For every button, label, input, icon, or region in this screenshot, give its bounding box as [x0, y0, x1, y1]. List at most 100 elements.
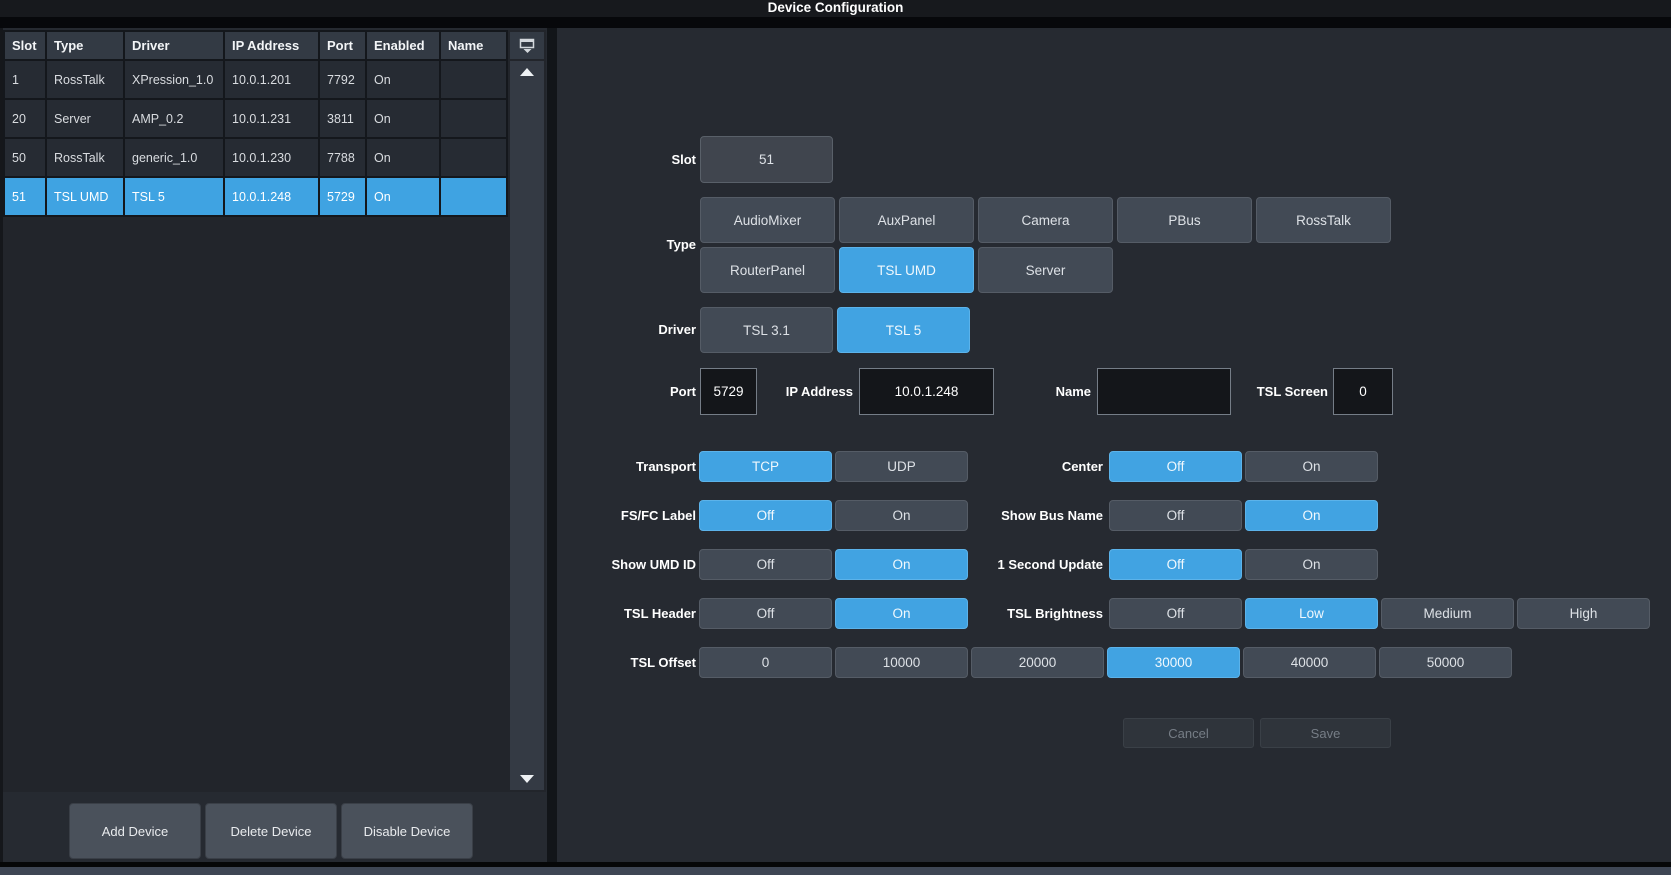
type-option-auxpanel[interactable]: AuxPanel: [839, 197, 974, 243]
device-row-20[interactable]: 20 Server AMP_0.2 10.0.1.231 3811 On: [5, 100, 506, 137]
driver-option-tsl-5[interactable]: TSL 5: [837, 307, 970, 353]
cell-enabled: On: [367, 139, 439, 176]
device-list-panel: Slot Type Driver IP Address Port Enabled Name …: [0, 28, 547, 862]
center-option-group: Off On: [1109, 451, 1378, 482]
cell-slot: 50: [5, 139, 45, 176]
column-header-driver[interactable]: Driver: [125, 32, 223, 59]
cell-name: [441, 178, 506, 215]
tsl-brightness-option-group: Off Low Medium High: [1109, 598, 1650, 629]
cell-port: 5729: [320, 178, 365, 215]
driver-option-tsl-3-1[interactable]: TSL 3.1: [700, 307, 833, 353]
slot-field[interactable]: 51: [700, 136, 833, 183]
transport-label: Transport: [636, 459, 696, 474]
type-option-audiomixer[interactable]: AudioMixer: [700, 197, 835, 243]
cell-name: [441, 139, 506, 176]
cell-name: [441, 61, 506, 98]
show-bus-name-option-off[interactable]: Off: [1109, 500, 1242, 531]
column-header-type[interactable]: Type: [47, 32, 123, 59]
cell-type: TSL UMD: [47, 178, 123, 215]
tsl-offset-option-30000[interactable]: 30000: [1107, 647, 1240, 678]
show-bus-name-option-on[interactable]: On: [1245, 500, 1378, 531]
cell-type: Server: [47, 100, 123, 137]
ip-address-label: IP Address: [785, 384, 853, 399]
cell-enabled: On: [367, 100, 439, 137]
driver-option-group: TSL 3.1 TSL 5: [700, 307, 970, 353]
driver-label: Driver: [658, 322, 696, 337]
show-umd-id-option-off[interactable]: Off: [699, 549, 832, 580]
1-second-update-option-on[interactable]: On: [1245, 549, 1378, 580]
scroll-up-icon[interactable]: [520, 68, 534, 76]
disable-device-button[interactable]: Disable Device: [341, 803, 473, 859]
device-list-actions: Add Device Delete Device Disable Device: [0, 803, 547, 861]
tsl-offset-option-40000[interactable]: 40000: [1243, 647, 1376, 678]
tsl-offset-label: TSL Offset: [630, 655, 697, 670]
transport-option-tcp[interactable]: TCP: [699, 451, 832, 482]
center-option-off[interactable]: Off: [1109, 451, 1242, 482]
device-row-50[interactable]: 50 RossTalk generic_1.0 10.0.1.230 7788 On: [5, 139, 506, 176]
device-table-container: Slot Type Driver IP Address Port Enabled Name …: [3, 30, 546, 792]
column-header-ip-address[interactable]: IP Address: [225, 32, 318, 59]
name-label: Name: [1055, 384, 1091, 399]
tsl-offset-option-0[interactable]: 0: [699, 647, 832, 678]
cell-slot: 1: [5, 61, 45, 98]
tsl-offset-option-10000[interactable]: 10000: [835, 647, 968, 678]
device-table: Slot Type Driver IP Address Port Enabled Name …: [3, 30, 508, 217]
panel-divider: [547, 28, 557, 862]
tsl-offset-option-50000[interactable]: 50000: [1379, 647, 1512, 678]
show-bus-name-option-group: Off On: [1109, 500, 1378, 531]
scroll-down-icon[interactable]: [520, 775, 534, 783]
cell-enabled: On: [367, 178, 439, 215]
device-settings-panel: Slot 51 Type AudioMixer AuxPanel Camera PBu…: [557, 28, 1671, 862]
table-scrollbar: [508, 30, 546, 792]
cell-driver: XPression_1.0: [125, 61, 223, 98]
type-option-camera[interactable]: Camera: [978, 197, 1113, 243]
cell-port: 7792: [320, 61, 365, 98]
window-title: Device Configuration: [0, 0, 1671, 17]
type-option-routerpanel[interactable]: RouterPanel: [700, 247, 835, 293]
center-option-on[interactable]: On: [1245, 451, 1378, 482]
type-option-tsl-umd[interactable]: TSL UMD: [839, 247, 974, 293]
type-option-rosstalk[interactable]: RossTalk: [1256, 197, 1391, 243]
tsl-brightness-label: TSL Brightness: [1007, 606, 1103, 621]
type-option-pbus[interactable]: PBus: [1117, 197, 1252, 243]
column-header-slot[interactable]: Slot: [5, 32, 45, 59]
fs-fc-label-option-off[interactable]: Off: [699, 500, 832, 531]
column-settings-icon: [519, 38, 534, 53]
column-header-port[interactable]: Port: [320, 32, 365, 59]
device-row-1[interactable]: 1 RossTalk XPression_1.0 10.0.1.201 7792 On: [5, 61, 506, 98]
tsl-offset-option-20000[interactable]: 20000: [971, 647, 1104, 678]
fs-fc-label-label: FS/FC Label: [620, 508, 696, 523]
device-row-51[interactable]: 51 TSL UMD TSL 5 10.0.1.248 5729 On: [5, 178, 506, 215]
cell-slot: 51: [5, 178, 45, 215]
tsl-screen-label: TSL Screen: [1256, 384, 1328, 399]
type-option-group: AudioMixer AuxPanel Camera PBus RossTalk Rout…: [700, 197, 1395, 293]
tsl-brightness-option-high[interactable]: High: [1517, 598, 1650, 629]
tsl-offset-option-group: 0 10000 20000 30000 40000 50000: [699, 647, 1512, 678]
cell-port: 3811: [320, 100, 365, 137]
column-header-name[interactable]: Name: [441, 32, 506, 59]
one-second-update-label: 1 Second Update: [997, 557, 1103, 572]
center-label: Center: [1061, 459, 1103, 474]
tsl-screen-input[interactable]: [1333, 368, 1393, 415]
tsl-brightness-option-medium[interactable]: Medium: [1381, 598, 1514, 629]
save-button[interactable]: Save: [1260, 718, 1391, 748]
cell-ip-address: 10.0.1.230: [225, 139, 318, 176]
tsl-header-label: TSL Header: [623, 606, 696, 621]
cell-type: RossTalk: [47, 61, 123, 98]
port-label: Port: [670, 384, 696, 399]
add-device-button[interactable]: Add Device: [69, 803, 201, 859]
column-settings-button[interactable]: [510, 32, 544, 59]
title-separator: [0, 17, 1671, 28]
cell-ip-address: 10.0.1.231: [225, 100, 318, 137]
type-option-server[interactable]: Server: [978, 247, 1113, 293]
tsl-brightness-option-low[interactable]: Low: [1245, 598, 1378, 629]
tsl-header-option-off[interactable]: Off: [699, 598, 832, 629]
cell-ip-address: 10.0.1.248: [225, 178, 318, 215]
scrollbar-track[interactable]: [510, 61, 544, 790]
tsl-brightness-option-off[interactable]: Off: [1109, 598, 1242, 629]
column-header-enabled[interactable]: Enabled: [367, 32, 439, 59]
1-second-update-option-off[interactable]: Off: [1109, 549, 1242, 580]
delete-device-button[interactable]: Delete Device: [205, 803, 337, 859]
one-second-update-option-group: Off On: [1109, 549, 1378, 580]
cancel-button[interactable]: Cancel: [1123, 718, 1254, 748]
